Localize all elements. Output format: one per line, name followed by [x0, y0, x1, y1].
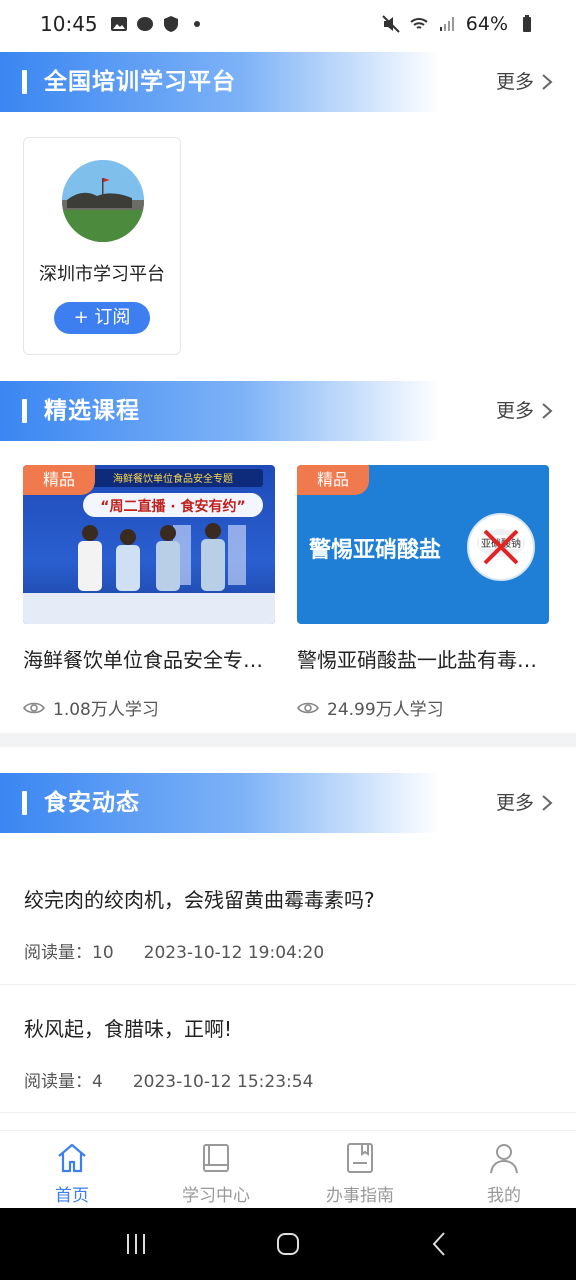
tab-service-guide[interactable]: 办事指南 [288, 1131, 432, 1208]
more-link[interactable]: 更多 [496, 52, 554, 112]
learners-count: 24.99万人学习 [327, 700, 444, 720]
section-title: 精选课程 [44, 398, 140, 424]
tab-learning-center[interactable]: 学习中心 [144, 1131, 288, 1208]
wifi-icon [410, 18, 428, 29]
home-button-icon[interactable] [274, 1230, 302, 1258]
svg-text:海鲜餐饮单位食品安全专题: 海鲜餐饮单位食品安全专题 [113, 472, 233, 485]
news-item[interactable]: 绞完肉的绞肉机，会残留黄曲霉毒素吗? 阅读量：10 2023-10-12 19:0… [0, 856, 576, 985]
bottom-nav: 首页 学习中心 办事指南 我的 [0, 1130, 576, 1208]
course-thumbnail: 海鲜餐饮单位食品安全专题 “周二直播 · 食安有约” 精品 [23, 465, 275, 624]
header-bar [22, 399, 27, 423]
status-bar: 10:45 64% [0, 0, 576, 48]
news-title: 秋风起，食腊味，正啊! [24, 1017, 233, 1041]
news-item[interactable]: 秋风起，食腊味，正啊! 阅读量：4 2023-10-12 15:23:54 [0, 985, 576, 1113]
section-divider [0, 733, 576, 747]
course-title: 海鲜餐饮单位食品安全专… [23, 648, 263, 672]
course-thumbnail: 警惕亚硝酸盐 亚硝酸钠 精品 [297, 465, 549, 624]
document-icon [347, 1143, 373, 1173]
platform-name: 深圳市学习平台 [39, 264, 165, 285]
news-title: 绞完肉的绞肉机，会残留黄曲霉毒素吗? [24, 888, 375, 912]
recent-apps-icon[interactable] [122, 1230, 150, 1258]
svg-text:“周二直播 · 食安有约”: “周二直播 · 食安有约” [100, 498, 245, 515]
news-time: 2023-10-12 15:23:54 [132, 1072, 314, 1092]
back-icon[interactable] [426, 1230, 454, 1258]
chat-icon [136, 17, 153, 31]
premium-tag: 精品 [297, 465, 369, 495]
book-icon [203, 1144, 229, 1172]
battery-icon [523, 15, 531, 32]
premium-tag: 精品 [23, 465, 95, 495]
mute-icon [382, 15, 400, 33]
read-count: 阅读量：10 [24, 943, 114, 963]
tab-label: 学习中心 [182, 1186, 250, 1206]
eye-icon [297, 702, 319, 713]
courses-section-header: 精选课程 更多 [0, 381, 576, 441]
shield-icon [163, 16, 178, 32]
header-bar [22, 791, 27, 815]
landscape-photo [62, 160, 144, 242]
user-icon [490, 1144, 518, 1174]
tab-label: 办事指南 [326, 1186, 394, 1206]
platform-section-header: 全国培训学习平台 更多 [0, 52, 576, 112]
chevron-right-icon [542, 74, 553, 90]
news-meta: 阅读量：10 2023-10-12 19:04:20 [24, 938, 324, 963]
tab-home[interactable]: 首页 [0, 1131, 144, 1208]
battery-level: 64% [465, 13, 508, 35]
subscribe-button[interactable]: + 订阅 [54, 302, 150, 334]
more-label: 更多 [495, 792, 534, 814]
more-link[interactable]: 更多 [496, 381, 554, 441]
header-bar [22, 70, 27, 94]
course-title: 警惕亚硝酸盐一此盐有毒… [297, 648, 537, 672]
news-meta: 阅读量：4 2023-10-12 15:23:54 [24, 1067, 313, 1092]
learners-count: 1.08万人学习 [53, 700, 159, 720]
chevron-right-icon [542, 795, 553, 811]
more-label: 更多 [495, 71, 534, 93]
more-link[interactable]: 更多 [496, 773, 554, 833]
status-time: 10:45 [40, 12, 98, 36]
platform-card[interactable]: 深圳市学习平台 + 订阅 [23, 137, 181, 355]
course-learners: 1.08万人学习 [23, 695, 275, 720]
read-count: 阅读量：4 [24, 1072, 103, 1092]
app-screen: 10:45 64% 全国培训学习平台 更多 深圳市学习平台 + 订阅 精选课程 … [0, 0, 576, 1280]
section-title: 全国培训学习平台 [44, 69, 236, 95]
svg-text:警惕亚硝酸盐: 警惕亚硝酸盐 [308, 537, 441, 563]
tab-label: 我的 [487, 1186, 521, 1206]
platform-avatar [62, 160, 144, 242]
system-indicators: 64% [382, 13, 536, 35]
course-learners: 24.99万人学习 [297, 695, 549, 720]
dot-icon [193, 21, 200, 27]
section-title: 食安动态 [44, 790, 140, 816]
course-card[interactable]: 海鲜餐饮单位食品安全专题 “周二直播 · 食安有约” 精品 海鲜餐饮单位食品安全… [23, 465, 275, 720]
eye-icon [23, 702, 45, 713]
tab-label: 首页 [55, 1186, 89, 1206]
chevron-right-icon [542, 403, 553, 419]
notification-icons [110, 15, 206, 33]
news-time: 2023-10-12 19:04:20 [143, 943, 325, 963]
home-icon [58, 1143, 86, 1173]
tab-mine[interactable]: 我的 [432, 1131, 576, 1208]
signal-icon [439, 17, 454, 31]
system-nav-bar [0, 1208, 576, 1280]
gallery-icon [110, 17, 127, 31]
more-label: 更多 [495, 400, 534, 422]
news-section-header: 食安动态 更多 [0, 773, 576, 833]
course-card[interactable]: 警惕亚硝酸盐 亚硝酸钠 精品 警惕亚硝酸盐一此盐有毒… 24.99万人学习 [297, 465, 549, 720]
